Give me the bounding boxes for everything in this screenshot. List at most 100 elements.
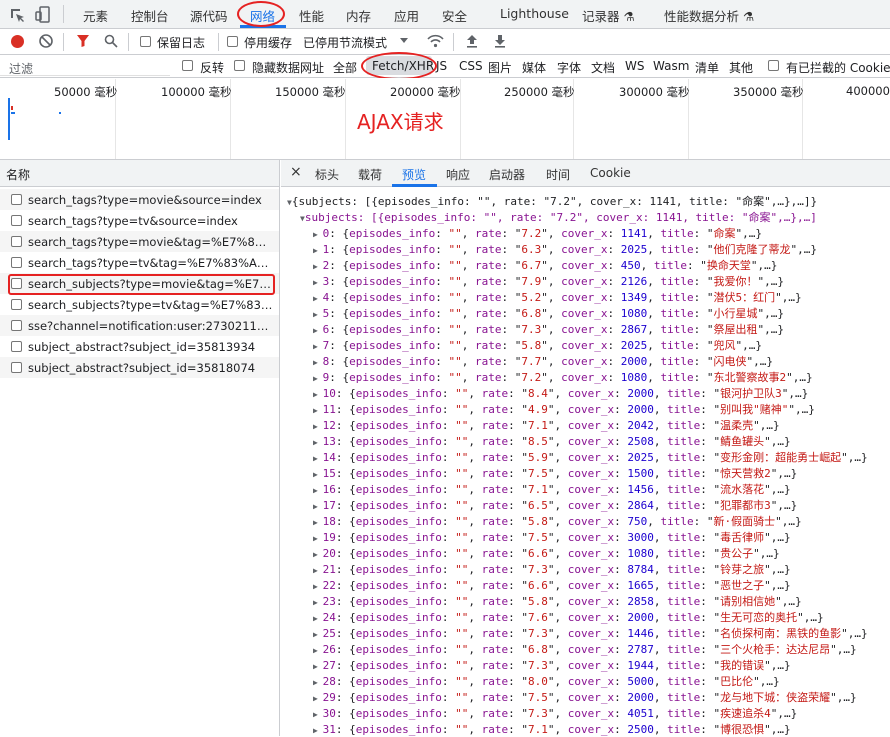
json-item-line[interactable]: ▶ 0: {episodes_info: "", rate: "7.2", co… [313, 225, 762, 241]
tab-headers[interactable]: 标头 [315, 166, 339, 183]
chevron-down-icon[interactable] [400, 38, 408, 43]
json-item-line[interactable]: ▶ 10: {episodes_info: "", rate: "8.4", c… [313, 385, 808, 401]
json-item-line[interactable]: ▶ 29: {episodes_info: "", rate: "7.5", c… [313, 689, 857, 705]
json-item-line[interactable]: ▶ 7: {episodes_info: "", rate: "5.8", co… [313, 337, 762, 353]
json-item-line[interactable]: ▶ 13: {episodes_info: "", rate: "8.5", c… [313, 433, 791, 449]
tab-recorder[interactable]: 记录器 ⚗ [582, 6, 635, 25]
json-item-line[interactable]: ▶ 12: {episodes_info: "", rate: "7.1", c… [313, 417, 780, 433]
json-token: : " [501, 259, 522, 272]
json-subjects-line[interactable]: ▼subjects: [{episodes_info: "", rate: "7… [300, 209, 817, 225]
filter-type-doc[interactable]: 文档 [591, 59, 615, 76]
json-item-line[interactable]: ▶ 20: {episodes_info: "", rate: "6.6", c… [313, 545, 780, 561]
json-item-line[interactable]: ▶ 19: {episodes_info: "", rate: "7.5", c… [313, 529, 791, 545]
filter-type-font[interactable]: 字体 [557, 59, 581, 76]
json-item-line[interactable]: ▶ 11: {episodes_info: "", rate: "4.9", c… [313, 401, 815, 417]
tab-preview[interactable]: 预览 [402, 166, 426, 183]
record-icon[interactable] [11, 35, 24, 48]
tab-performance[interactable]: 性能 [299, 6, 324, 25]
request-row[interactable]: search_tags?type=movie&source=index [0, 189, 279, 210]
network-conditions-icon[interactable] [427, 34, 444, 52]
json-item-line[interactable]: ▶ 16: {episodes_info: "", rate: "7.1", c… [313, 481, 791, 497]
json-item-line[interactable]: ▶ 3: {episodes_info: "", rate: "7.9", co… [313, 273, 784, 289]
import-har-icon[interactable] [466, 34, 478, 51]
export-har-icon[interactable] [494, 34, 506, 51]
json-token: : [614, 595, 628, 608]
json-item-line[interactable]: ▶ 27: {episodes_info: "", rate: "7.3", c… [313, 657, 791, 673]
disable-cache-checkbox[interactable] [227, 36, 238, 47]
json-token: : { [329, 227, 350, 240]
tab-performance-insights[interactable]: 性能数据分析 ⚗ [664, 6, 754, 25]
throttling-select[interactable]: 已停用节流模式 [303, 34, 387, 51]
filter-type-css[interactable]: CSS [459, 59, 483, 73]
tab-payload[interactable]: 载荷 [358, 166, 382, 183]
tab-application[interactable]: 应用 [394, 6, 419, 25]
request-row[interactable]: sse?channel=notification:user:273021191&… [0, 315, 279, 336]
json-token: : " [700, 451, 721, 464]
expand-triangle-icon: ▶ [313, 582, 323, 591]
request-row[interactable]: subject_abstract?subject_id=35813934 [0, 336, 279, 357]
filter-type-img[interactable]: 图片 [488, 59, 512, 76]
hide-data-urls-checkbox[interactable] [234, 60, 245, 71]
json-item-line[interactable]: ▶ 15: {episodes_info: "", rate: "7.5", c… [313, 465, 797, 481]
json-item-line[interactable]: ▶ 26: {episodes_info: "", rate: "6.8", c… [313, 641, 857, 657]
json-item-line[interactable]: ▶ 14: {episodes_info: "", rate: "5.9", c… [313, 449, 868, 465]
request-row[interactable]: search_subjects?type=tv&tag=%E7%83%AD... [0, 294, 279, 315]
json-token: , [653, 563, 668, 576]
json-token: : " [700, 723, 721, 736]
tab-memory[interactable]: 内存 [346, 6, 371, 25]
request-row[interactable]: search_tags?type=movie&tag=%E7%83%AD... [0, 231, 279, 252]
json-token: : [607, 323, 621, 336]
json-item-line[interactable]: ▶ 23: {episodes_info: "", rate: "5.8", c… [313, 593, 802, 609]
request-row[interactable]: search_tags?type=tv&source=index [0, 210, 279, 231]
json-item-line[interactable]: ▶ 30: {episodes_info: "", rate: "7.3", c… [313, 705, 797, 721]
tab-console[interactable]: 控制台 [131, 6, 169, 25]
json-token: : [614, 515, 628, 528]
json-root-line[interactable]: ▼{subjects: [{episodes_info: "", rate: "… [287, 193, 817, 209]
json-item-line[interactable]: ▶ 4: {episodes_info: "", rate: "5.2", co… [313, 289, 802, 305]
search-icon[interactable] [104, 34, 118, 51]
json-item-line[interactable]: ▶ 21: {episodes_info: "", rate: "7.3", c… [313, 561, 791, 577]
request-row[interactable]: search_tags?type=tv&tag=%E7%83%AD%E9... [0, 252, 279, 273]
clear-icon[interactable] [38, 33, 54, 52]
json-item-line[interactable]: ▶ 9: {episodes_info: "", rate: "7.2", co… [313, 369, 813, 385]
tab-response[interactable]: 响应 [446, 166, 470, 183]
filter-type-all[interactable]: 全部 [333, 59, 357, 76]
invert-checkbox[interactable] [182, 60, 193, 71]
blocked-cookies-checkbox[interactable] [768, 60, 779, 71]
inspect-element-icon[interactable] [9, 7, 25, 26]
device-toolbar-icon[interactable] [35, 6, 53, 26]
filter-icon[interactable] [76, 34, 90, 51]
json-item-line[interactable]: ▶ 17: {episodes_info: "", rate: "6.5", c… [313, 497, 797, 513]
json-item-line[interactable]: ▶ 2: {episodes_info: "", rate: "6.7", co… [313, 257, 777, 273]
filter-type-other[interactable]: 其他 [729, 59, 753, 76]
tab-initiator[interactable]: 启动器 [489, 166, 525, 183]
json-item-line[interactable]: ▶ 1: {episodes_info: "", rate: "6.3", co… [313, 241, 817, 257]
json-item-line[interactable]: ▶ 25: {episodes_info: "", rate: "7.3", c… [313, 625, 868, 641]
json-token: episodes_info [355, 435, 442, 448]
filter-type-media[interactable]: 媒体 [522, 59, 546, 76]
json-item-line[interactable]: ▶ 5: {episodes_info: "", rate: "6.8", co… [313, 305, 784, 321]
json-item-line[interactable]: ▶ 24: {episodes_info: "", rate: "7.6", c… [313, 609, 824, 625]
json-token: episodes_info [355, 723, 442, 736]
tab-cookies[interactable]: Cookie [590, 166, 631, 180]
json-item-line[interactable]: ▶ 18: {episodes_info: "", rate: "5.8", c… [313, 513, 802, 529]
json-token: ",…} [775, 515, 802, 528]
json-item-line[interactable]: ▶ 8: {episodes_info: "", rate: "7.7", co… [313, 353, 773, 369]
filter-type-js[interactable]: JS [436, 59, 447, 73]
name-column-header[interactable]: 名称 [0, 160, 279, 187]
json-item-line[interactable]: ▶ 6: {episodes_info: "", rate: "7.3", co… [313, 321, 784, 337]
tab-elements[interactable]: 元素 [83, 6, 108, 25]
json-item-line[interactable]: ▶ 22: {episodes_info: "", rate: "6.6", c… [313, 577, 791, 593]
tab-lighthouse[interactable]: Lighthouse [500, 6, 569, 21]
preserve-log-checkbox[interactable] [140, 36, 151, 47]
tab-sources[interactable]: 源代码 [190, 6, 228, 25]
close-icon[interactable]: × [290, 164, 302, 180]
tab-security[interactable]: 安全 [442, 6, 467, 25]
filter-type-wasm[interactable]: Wasm [653, 59, 689, 73]
request-row[interactable]: subject_abstract?subject_id=35818074 [0, 357, 279, 378]
json-item-line[interactable]: ▶ 28: {episodes_info: "", rate: "8.0", c… [313, 673, 780, 689]
filter-type-manifest[interactable]: 清单 [695, 59, 719, 76]
json-item-line[interactable]: ▶ 31: {episodes_info: "", rate: "7.1", c… [313, 721, 791, 737]
tab-timing[interactable]: 时间 [546, 166, 570, 183]
filter-type-ws[interactable]: WS [625, 59, 644, 73]
